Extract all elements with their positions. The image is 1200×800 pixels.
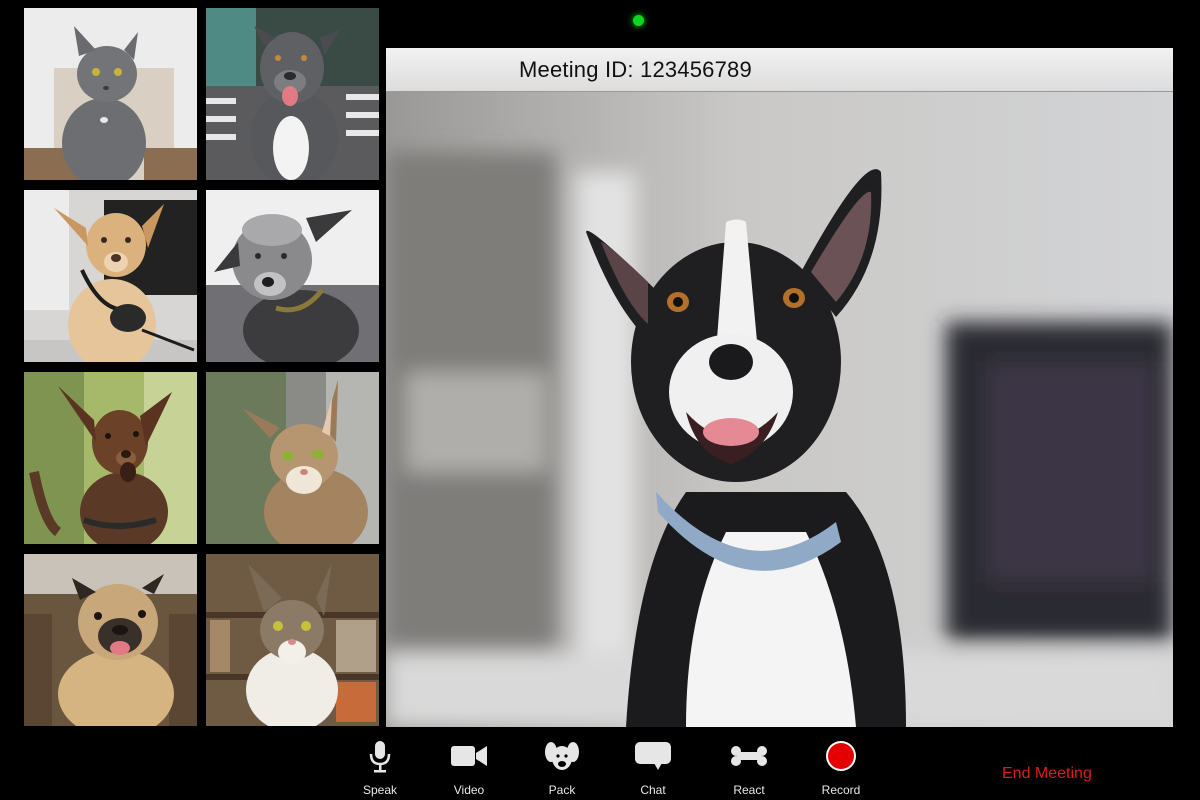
video-camera-icon: [447, 734, 491, 778]
record-icon: [819, 734, 863, 778]
participant-tile-8[interactable]: [206, 554, 379, 726]
participant-video-pug: [24, 554, 197, 726]
participant-tile-7[interactable]: [24, 554, 197, 726]
video-button[interactable]: Video: [429, 734, 509, 800]
chat-button[interactable]: Chat: [613, 734, 693, 800]
dog-head-icon: [540, 734, 584, 778]
participant-tile-1[interactable]: [24, 8, 197, 180]
react-button[interactable]: React: [709, 734, 789, 800]
participant-video-tabby-white-cat: [206, 554, 379, 726]
record-label: Record: [821, 783, 861, 797]
video-label: Video: [453, 783, 485, 797]
react-label: React: [733, 783, 765, 797]
speak-button[interactable]: Speak: [340, 734, 420, 800]
participant-video-terrier: [206, 190, 379, 362]
speak-label: Speak: [362, 783, 398, 797]
participant-video-dog-headset: [24, 190, 197, 362]
participant-video-tabby-cat: [206, 372, 379, 544]
participant-tile-4[interactable]: [206, 190, 379, 362]
camera-status-light: [633, 15, 644, 26]
participant-video-cat-grey: [24, 8, 197, 180]
bone-icon: [727, 734, 771, 778]
record-button[interactable]: Record: [801, 734, 881, 800]
active-speaker-video: [386, 92, 1173, 727]
active-speaker-window: Meeting ID: 123456789: [386, 48, 1173, 727]
chat-label: Chat: [640, 783, 666, 797]
participant-tile-6[interactable]: [206, 372, 379, 544]
participant-video-pitbull: [206, 8, 379, 180]
meeting-title-bar: Meeting ID: 123456789: [386, 48, 1173, 92]
participant-tile-3[interactable]: [24, 190, 197, 362]
pack-button[interactable]: Pack: [522, 734, 602, 800]
participant-tile-5[interactable]: [24, 372, 197, 544]
active-speaker-dog-image: [386, 92, 1173, 727]
participant-video-brown-dog: [24, 372, 197, 544]
meeting-id-text: Meeting ID: 123456789: [519, 57, 752, 82]
pack-label: Pack: [548, 783, 576, 797]
microphone-icon: [358, 734, 402, 778]
chat-bubble-icon: [631, 734, 675, 778]
end-meeting-button[interactable]: End Meeting: [1002, 765, 1092, 783]
participant-tile-2[interactable]: [206, 8, 379, 180]
